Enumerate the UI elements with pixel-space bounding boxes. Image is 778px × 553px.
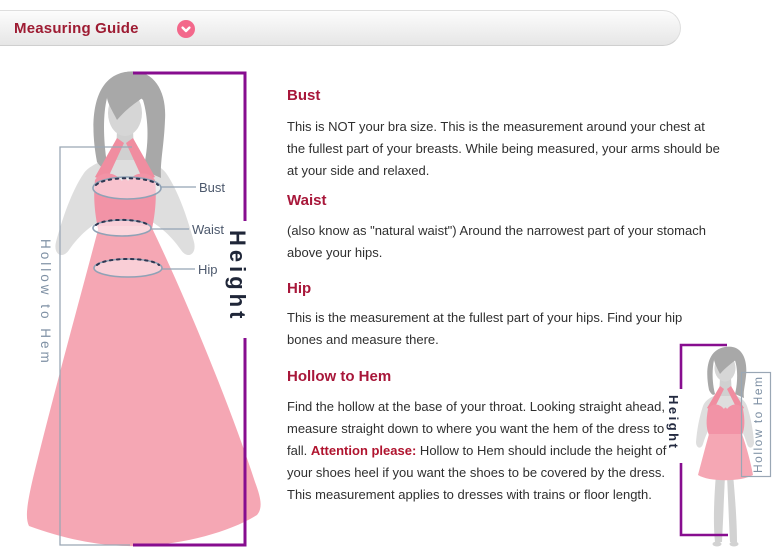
small-dress-bodice — [707, 405, 745, 439]
measuring-diagram-large: Bust Waist Hip Hollow to Hem Height — [25, 58, 265, 553]
waist-label: Waist — [192, 222, 224, 237]
bust-paragraph: This is NOT your bra size. This is the m… — [287, 116, 721, 182]
measuring-guide-header[interactable]: Measuring Guide — [0, 10, 681, 46]
chevron-glyph — [177, 20, 195, 38]
bust-heading: Bust — [287, 87, 721, 104]
waist-paragraph: (also know as "natural waist") Around th… — [287, 220, 721, 264]
page-title: Measuring Guide — [14, 11, 139, 47]
height-label: Height — [225, 230, 250, 322]
hollow-to-hem-paragraph: Find the hollow at the base of your thro… — [287, 396, 672, 506]
hip-ellipse — [94, 259, 162, 277]
small-height-label: Height — [666, 395, 681, 450]
hip-label: Hip — [198, 262, 218, 277]
waist-ellipse — [93, 220, 151, 236]
hollow-to-hem-label: Hollow to Hem — [38, 239, 53, 366]
waist-heading: Waist — [287, 192, 721, 209]
small-figure-leg-right — [727, 474, 737, 542]
bust-ellipse — [93, 177, 161, 199]
measuring-guide-page: Measuring Guide — [0, 0, 778, 553]
measuring-diagram-small: Hollow to Hem Height — [655, 338, 778, 553]
hip-heading: Hip — [287, 280, 721, 297]
chevron-down-icon[interactable] — [177, 20, 195, 38]
attention-label: Attention please: — [311, 443, 416, 458]
small-figure-foot-right — [730, 542, 739, 547]
small-figure-leg-left — [714, 474, 725, 542]
small-dress-skirt — [698, 434, 753, 480]
small-hollow-label: Hollow to Hem — [751, 375, 765, 473]
small-figure-foot-left — [713, 542, 722, 547]
bust-label: Bust — [199, 180, 225, 195]
